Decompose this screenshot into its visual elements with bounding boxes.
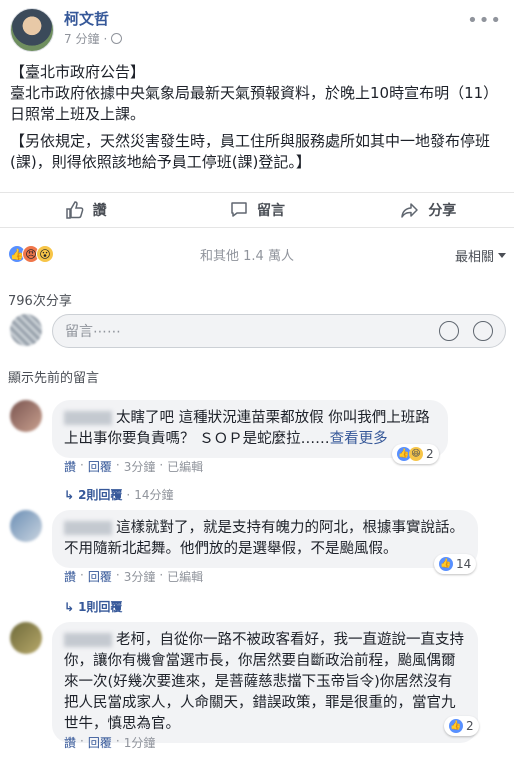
replies-time: 14分鐘 (134, 488, 174, 502)
comment-bubble: 太瞎了吧 這種狀況連苗栗都放假 你叫我們上班路上出事你要負責嗎？ ＳＯＰ是蛇麼拉… (52, 400, 448, 458)
replies-link[interactable]: ↳ 1則回覆 (64, 598, 122, 615)
comment-reply-link[interactable]: 回覆 (88, 568, 112, 585)
comment-actions: 讚 · 回覆 · 3分鐘 · 已編輯 (64, 458, 204, 475)
comment-time[interactable]: 1分鐘 (124, 734, 156, 751)
edited-label: 已編輯 (167, 460, 204, 474)
replies-count: 1則回覆 (78, 600, 123, 614)
commenter-avatar[interactable] (10, 622, 42, 654)
post-paragraph: 臺北市政府依據中央氣象局最新天氣預報資料，於晚上10時宣布明（11）日照常上班及… (10, 84, 499, 123)
reply-arrow-icon: ↳ (64, 487, 75, 502)
share-icon (401, 203, 419, 218)
comment-time[interactable]: 3分鐘 (124, 568, 156, 585)
comment-reaction-badge[interactable]: 👍 14 (434, 554, 477, 574)
input-icons (439, 321, 493, 341)
comment-composer: 留言⋯⋯ (8, 314, 506, 350)
show-previous-comments[interactable]: 顯示先前的留言 (8, 367, 99, 386)
post-header: 柯文哲 7 分鐘 · ••• (8, 8, 506, 52)
comment-label: 留言 (256, 203, 285, 219)
sticker-icon[interactable] (473, 321, 493, 341)
like-icon: 👍 (449, 719, 463, 733)
commenter-name[interactable] (64, 521, 112, 535)
comment-text: 這樣就對了，就是支持有魄力的阿北，根據事實說話。不用隨新北起舞。他們放的是選舉假… (64, 520, 464, 557)
comment-input[interactable]: 留言⋯⋯ (52, 314, 506, 348)
replies-link[interactable]: ↳ 2則回覆 · 14分鐘 (64, 486, 174, 503)
commenter-name[interactable] (64, 633, 112, 647)
comment-bubble: 這樣就對了，就是支持有魄力的阿北，根據事實說話。不用隨新北起舞。他們放的是選舉假… (52, 510, 478, 568)
like-button[interactable]: 讚 (0, 193, 171, 227)
share-label: 分享 (428, 203, 457, 219)
post-meta: 7 分鐘 · (64, 30, 123, 47)
reactions-row: 👍 😠 😮 和其他 1.4 萬人 最相關 (8, 240, 506, 268)
comment-actions: 讚 · 回覆 · 3分鐘 · 已編輯 (64, 568, 204, 585)
sort-dropdown[interactable]: 最相關 (455, 246, 506, 265)
reaction-count: 2 (426, 447, 434, 461)
comment-like-link[interactable]: 讚 (64, 568, 76, 585)
replies-count: 2則回覆 (78, 488, 123, 502)
user-avatar (10, 314, 42, 346)
reaction-count: 14 (456, 557, 472, 571)
separator-dot: · (103, 31, 108, 46)
comment-reaction-badge[interactable]: 👍 😆 2 (392, 444, 439, 464)
thumbs-up-icon (65, 201, 84, 219)
like-label: 讚 (92, 203, 107, 219)
comment-time[interactable]: 3分鐘 (124, 458, 156, 475)
reply-arrow-icon: ↳ (64, 599, 75, 614)
emoji-icon[interactable] (439, 321, 459, 341)
like-icon: 👍 (439, 557, 453, 571)
comment-bubble: 老柯，自從你一路不被政客看好，我一直遊說一直支持你，讓你有機會當選市長，你居然要… (52, 622, 478, 743)
comment-text: 老柯，自從你一路不被政客看好，我一直遊說一直支持你，讓你有機會當選市長，你居然要… (64, 632, 464, 732)
edited-label: 已編輯 (167, 570, 204, 584)
commenter-avatar[interactable] (10, 510, 42, 542)
sort-label: 最相關 (454, 250, 494, 265)
comment-actions: 讚 · 回覆 · 1分鐘 (64, 734, 156, 751)
post-paragraph: 【臺北市政府公告】 (10, 63, 146, 81)
comment-reply-link[interactable]: 回覆 (88, 458, 112, 475)
wow-reaction-icon[interactable]: 😮 (36, 245, 54, 263)
comment-like-link[interactable]: 讚 (64, 458, 76, 475)
comment-like-link[interactable]: 讚 (64, 734, 76, 751)
commenter-name[interactable] (64, 411, 112, 425)
share-count[interactable]: 796次分享 (8, 290, 72, 309)
post-action-bar: 讚 留言 分享 (0, 192, 514, 228)
chevron-down-icon (498, 253, 506, 258)
more-options-icon[interactable]: ••• (467, 10, 502, 31)
author-avatar[interactable] (10, 8, 54, 52)
post-body: 【臺北市政府公告】 臺北市政府依據中央氣象局最新天氣預報資料，於晚上10時宣布明… (10, 62, 504, 179)
comment-placeholder: 留言⋯⋯ (65, 324, 121, 340)
reaction-count: 2 (466, 719, 474, 733)
comment-reply-link[interactable]: 回覆 (88, 734, 112, 751)
globe-icon (111, 33, 123, 44)
author-name[interactable]: 柯文哲 (64, 8, 109, 29)
haha-icon: 😆 (409, 447, 423, 461)
see-more-link[interactable]: 查看更多 (330, 431, 388, 447)
comment-reaction-badge[interactable]: 👍 2 (444, 716, 479, 736)
comment-icon (231, 202, 247, 217)
comment-button[interactable]: 留言 (171, 193, 342, 227)
commenter-avatar[interactable] (10, 400, 42, 432)
share-button[interactable]: 分享 (343, 193, 514, 227)
reaction-summary[interactable]: 和其他 1.4 萬人 (200, 245, 294, 264)
post-paragraph: 【另依規定，天然災害發生時，員工住所與服務處所如其中一地發布停班(課)，則得依照… (10, 132, 491, 171)
post-time[interactable]: 7 分鐘 (64, 30, 99, 47)
